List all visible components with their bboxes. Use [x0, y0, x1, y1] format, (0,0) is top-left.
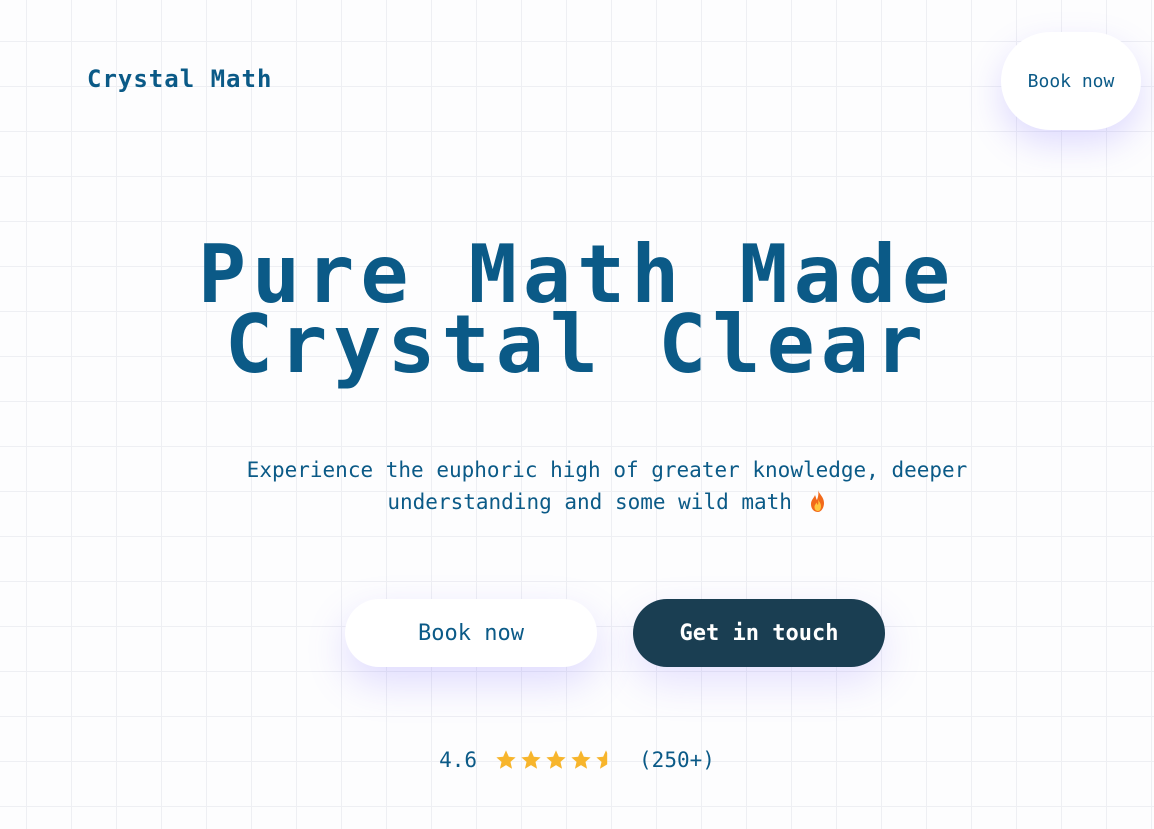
half-star-icon — [596, 750, 608, 769]
rating-stars — [495, 749, 617, 771]
fire-icon — [810, 490, 824, 512]
hero-title-line-2: Crystal Clear — [224, 298, 930, 391]
book-now-button[interactable]: Book now — [345, 599, 597, 667]
star-icon — [496, 750, 516, 769]
hero-subtitle-text: Experience the euphoric high of greater … — [246, 458, 968, 514]
hero-subtitle: Experience the euphoric high of greater … — [200, 454, 1014, 518]
hero-title: Pure Math Made Crystal Clear — [0, 235, 1154, 391]
get-in-touch-button[interactable]: Get in touch — [633, 599, 885, 667]
star-icon — [521, 750, 541, 769]
rating-count: (250+) — [639, 748, 715, 772]
logo[interactable]: Crystal Math — [87, 62, 272, 96]
star-icon — [571, 750, 591, 769]
rating-score: 4.6 — [439, 748, 478, 772]
header-book-now-button[interactable]: Book now — [1001, 32, 1141, 130]
rating: 4.6 (250+) — [0, 748, 1154, 772]
star-icon — [546, 750, 566, 769]
